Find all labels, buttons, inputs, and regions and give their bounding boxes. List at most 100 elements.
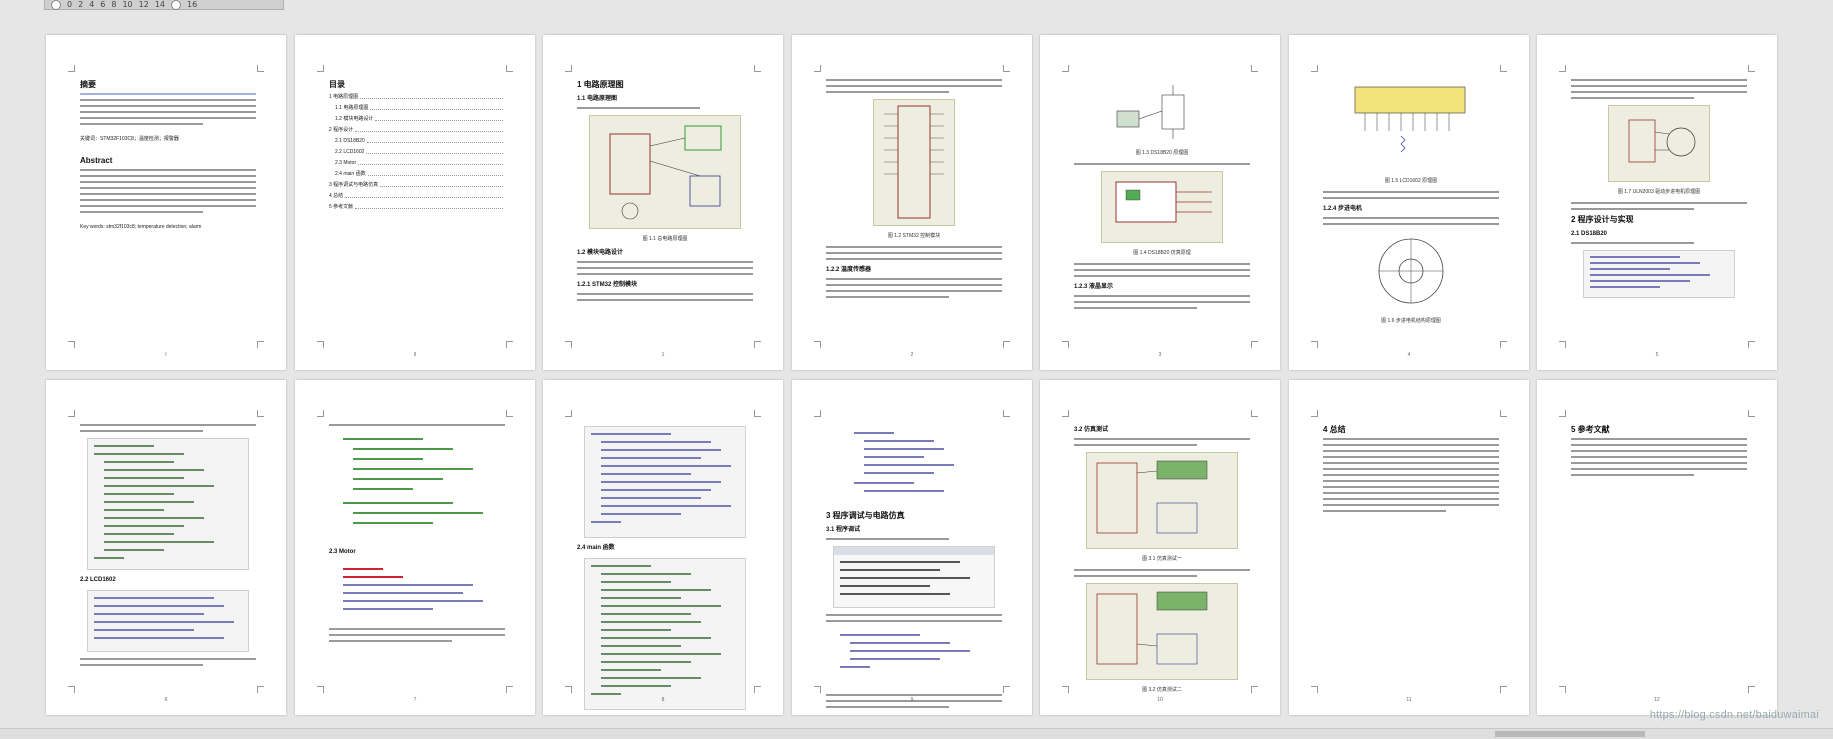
code-lines xyxy=(94,597,234,639)
text-line xyxy=(1323,498,1499,500)
document-page-4[interactable]: 图 1.2 STM32 控制模块 1.2.2 温度传感器 2 xyxy=(792,35,1032,370)
text-line xyxy=(826,538,950,540)
keywords-en: Key words: stm32f103c8; temperature dete… xyxy=(80,224,202,230)
document-page-5[interactable]: 图 1.3 DS18B20 原理图 图 1.4 DS18B20 仿真原理 1.2… xyxy=(1040,35,1280,370)
margin-mark xyxy=(814,410,821,417)
toc-row[interactable]: 3 程序调试与电路仿真 xyxy=(329,181,505,189)
document-page-7[interactable]: 图 1.7 ULN2003 驱动步进电机原理图 2 程序设计与实现 2.1 DS… xyxy=(1537,35,1777,370)
document-page-8[interactable]: 2.2 LCD1602 6 xyxy=(46,380,286,715)
margin-mark xyxy=(1311,686,1318,693)
document-page-14[interactable]: 5 参考文献 12 xyxy=(1537,380,1777,715)
document-page-1[interactable]: 摘要 关键词：STM32F103C8；温度检测；报警器 Abstract Key… xyxy=(46,35,286,370)
text-line xyxy=(826,79,1002,81)
toc-label: 2.1 DS18B20 xyxy=(335,138,365,144)
figure-caption: 图 1.2 STM32 控制模块 xyxy=(887,233,941,239)
code-snippet xyxy=(1583,250,1735,298)
figure-caption: 图 1.1 总电路原理图 xyxy=(642,236,688,242)
text-line xyxy=(1074,263,1250,265)
toc-row[interactable]: 2.1 DS18B20 xyxy=(329,137,505,145)
text-line xyxy=(1323,450,1499,452)
schematic-drawing xyxy=(609,125,722,220)
toc-row[interactable]: 2.4 main 函数 xyxy=(329,170,505,178)
code-snippet xyxy=(584,426,746,538)
code-lines xyxy=(854,432,954,492)
margin-mark xyxy=(1748,410,1755,417)
document-page-2[interactable]: 目录 1 电路原理图 1.1 电路原理图 1.2 模块电路设计 2 程序设计 2… xyxy=(295,35,535,370)
margin-mark xyxy=(68,686,75,693)
zoom-bar[interactable]: 0 2 4 6 8 10 12 14 16 xyxy=(44,0,284,10)
text-line xyxy=(1323,486,1499,488)
toc-row[interactable]: 2.2 LCD1602 xyxy=(329,148,505,156)
text-line xyxy=(826,91,950,93)
text-line xyxy=(1323,474,1499,476)
scrollbar-thumb[interactable] xyxy=(1495,731,1645,737)
page-number: 2 xyxy=(910,352,914,358)
toc-row[interactable]: 1 电路原理图 xyxy=(329,93,505,101)
margin-mark xyxy=(814,686,821,693)
abstract-en-heading: Abstract xyxy=(80,156,113,165)
text-line xyxy=(80,123,204,125)
text-line xyxy=(1323,492,1499,494)
chapter-heading: 3 程序调试与电路仿真 xyxy=(826,511,905,520)
chapter-heading: 2 程序设计与实现 xyxy=(1571,215,1634,224)
document-page-13[interactable]: 4 总结 11 xyxy=(1289,380,1529,715)
text-line xyxy=(80,199,256,201)
toc-row[interactable]: 1.1 电路原理图 xyxy=(329,104,505,112)
page-content: 2.4 main 函数 xyxy=(577,420,753,715)
text-line xyxy=(1571,202,1747,204)
zoom-tick: 12 xyxy=(138,0,149,9)
margin-mark xyxy=(1003,686,1010,693)
text-line xyxy=(1571,456,1747,458)
toc-row[interactable]: 2 程序设计 xyxy=(329,126,505,134)
text-line xyxy=(826,284,1002,286)
document-page-11[interactable]: 3 程序调试与电路仿真 3.1 程序调试 9 xyxy=(792,380,1032,715)
text-line xyxy=(80,430,204,432)
text-line xyxy=(1323,480,1499,482)
margin-mark xyxy=(1251,410,1258,417)
page-content: 5 参考文献 xyxy=(1571,420,1747,480)
toc-row[interactable]: 4 总结 xyxy=(329,192,505,200)
zoom-tick: 4 xyxy=(89,0,95,9)
document-page-10[interactable]: 2.4 main 函数 8 xyxy=(543,380,783,715)
page-number: 1 xyxy=(661,352,665,358)
toc-row[interactable]: 5 参考文献 xyxy=(329,203,505,211)
code-lines xyxy=(591,433,731,523)
margin-mark xyxy=(565,686,572,693)
toc-label: 3 程序调试与电路仿真 xyxy=(329,182,379,188)
document-page-6[interactable]: 图 1.5 LCD1602 原理图 1.2.4 步进电机 图 1.6 步进电机结… xyxy=(1289,35,1529,370)
document-page-3[interactable]: 1 电路原理图 1.1 电路原理图 图 1.1 总电路原理图 1.2 模块电路设… xyxy=(543,35,783,370)
section-heading: 2.1 DS18B20 xyxy=(1571,231,1608,237)
lcd1602-drawing xyxy=(1354,86,1466,153)
margin-mark xyxy=(1500,65,1507,72)
toc-label: 2.2 LCD1602 xyxy=(335,149,365,155)
text-line xyxy=(577,107,701,109)
document-page-12[interactable]: 3.2 仿真测试 图 3.1 仿真测试一 图 3.2 仿真测试二 10 xyxy=(1040,380,1280,715)
text-line xyxy=(1074,301,1250,303)
margin-mark xyxy=(506,686,513,693)
margin-mark xyxy=(1748,686,1755,693)
section-heading: 2.4 main 函数 xyxy=(577,545,615,551)
toc-row[interactable]: 1.2 模块电路设计 xyxy=(329,115,505,123)
text-line xyxy=(329,640,453,642)
abstract-heading: 摘要 xyxy=(80,80,96,89)
code-lines xyxy=(591,565,721,695)
margin-mark xyxy=(1500,341,1507,348)
zoom-knob[interactable] xyxy=(51,0,61,10)
text-line xyxy=(826,85,1002,87)
zoom-knob-end[interactable] xyxy=(171,0,182,10)
zoom-tick: 14 xyxy=(154,0,166,9)
text-line xyxy=(1323,191,1499,193)
page-number: 12 xyxy=(1654,697,1660,703)
text-line xyxy=(80,105,256,107)
text-line xyxy=(1074,275,1250,277)
text-line xyxy=(1571,242,1695,244)
code-snippet xyxy=(87,590,249,652)
document-page-9[interactable]: 2.3 Motor 7 xyxy=(295,380,535,715)
horizontal-scrollbar[interactable] xyxy=(0,728,1833,739)
page-content: 图 1.5 LCD1602 原理图 1.2.4 步进电机 图 1.6 步进电机结… xyxy=(1323,75,1499,331)
subsection-heading: 1.2.1 STM32 控制模块 xyxy=(577,282,638,288)
subsection-heading: 1.2.2 温度传感器 xyxy=(826,267,872,273)
margin-mark xyxy=(317,410,324,417)
toc-row[interactable]: 2.3 Motor xyxy=(329,159,505,167)
page-number: 11 xyxy=(1406,697,1412,703)
